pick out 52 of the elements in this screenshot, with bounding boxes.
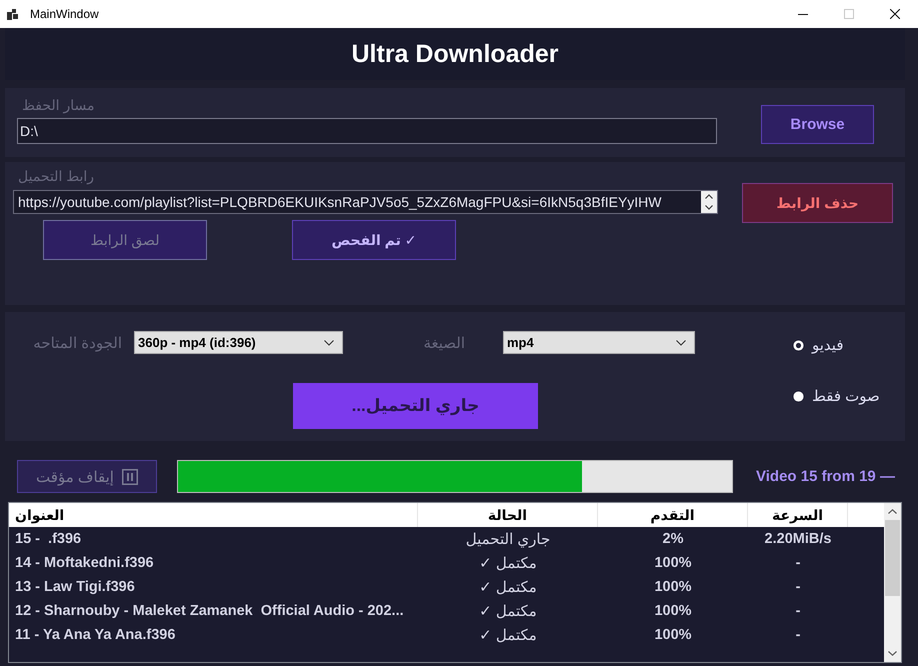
scroll-up-icon[interactable] — [705, 194, 713, 199]
table-cell-text: 100% — [653, 626, 693, 645]
table-cell-text: - — [794, 578, 802, 597]
table-cell-text: ✓ مكتمل — [478, 626, 538, 646]
url-field[interactable]: https://youtube.com/playlist?list=PLQBRD6EKUIKsnRaPJV5o5_5ZxZ6MagFPU&si=6IkN5q3BfIEYyIHW — [13, 190, 718, 214]
save-path-field[interactable]: D:\ — [17, 118, 717, 144]
table-cell-text: ✓ مكتمل — [478, 602, 538, 622]
window-title: MainWindow — [30, 7, 99, 21]
table-cell-text: 2% — [662, 530, 684, 549]
table-cell-text: 11 - Ya Ana Ya Ana.f396 — [14, 626, 176, 645]
format-label: الصيغة — [422, 334, 466, 352]
scrollbar-thumb[interactable] — [885, 520, 900, 596]
table-cell-text: 12 - Sharnouby - Maleket Zamanek Official Audio - 202... — [14, 602, 405, 621]
quality-dropdown[interactable]: 360p - mp4 (id:396) — [134, 331, 343, 354]
table-cell-text: 100% — [653, 578, 693, 597]
table-cell-text: 100% — [653, 554, 693, 573]
pause-icon — [122, 468, 138, 484]
table-cell-text: جاري التحميل — [464, 530, 552, 550]
column-header[interactable]: السرعة — [748, 503, 848, 527]
save-path-label: مسار الحفظ — [21, 96, 96, 114]
close-icon — [890, 9, 900, 19]
link-label: رابط التحميل — [17, 167, 96, 185]
table-cell-text: ✓ مكتمل — [478, 578, 538, 598]
scroll-down-icon[interactable] — [888, 651, 897, 656]
table-cell-text: 2.20MiB/s — [764, 530, 832, 549]
window-icon — [7, 8, 18, 20]
table-cell-text: 14 - Moftakedni.f396 — [14, 554, 155, 573]
column-header[interactable]: التقدم — [598, 503, 748, 527]
column-header[interactable]: الحالة — [418, 503, 598, 527]
column-header[interactable]: العنوان — [9, 503, 418, 527]
media-type-radio[interactable]: صوت فقط — [793, 386, 880, 406]
app-title: Ultra Downloader — [352, 40, 558, 68]
browse-button[interactable]: Browse — [761, 105, 874, 144]
media-type-radio[interactable]: فيديو — [793, 335, 880, 355]
table-cell-text: - — [794, 626, 802, 645]
table-cell-text: ✓ مكتمل — [478, 554, 538, 574]
vertical-scrollbar[interactable] — [884, 503, 901, 662]
quality-label: الجودة المتاحه — [32, 334, 123, 352]
chevron-down-icon — [676, 340, 686, 346]
scroll-up-icon[interactable] — [888, 509, 897, 514]
field-scrollbar[interactable] — [701, 191, 717, 213]
table-cell-text: 100% — [653, 602, 693, 621]
table-cell-text: 15 - .f396 — [14, 530, 82, 549]
scroll-down-icon[interactable] — [705, 205, 713, 210]
delete-link-button[interactable]: حذف الرابط — [742, 183, 893, 223]
table-cell-text: 13 - Law Tigi.f396 — [14, 578, 136, 597]
table-cell-text: - — [794, 602, 802, 621]
progress-status: Video 15 from 19 — — [756, 468, 895, 485]
checked-button[interactable]: تم الفحص ✓ — [292, 220, 456, 260]
table-cell-text: - — [794, 554, 802, 573]
format-dropdown[interactable]: mp4 — [503, 331, 695, 354]
chevron-down-icon — [324, 340, 334, 346]
